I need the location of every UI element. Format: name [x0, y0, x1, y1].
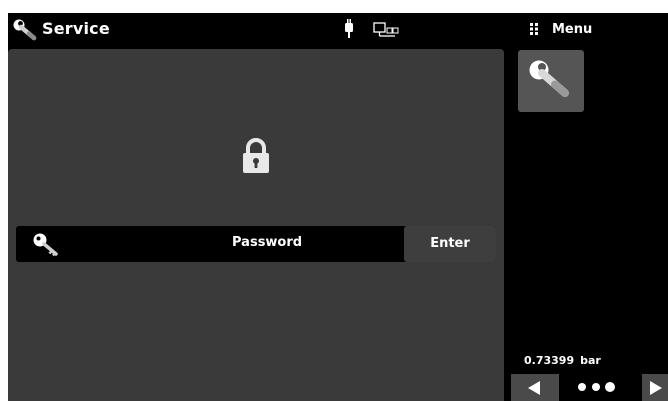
plug-icon	[345, 19, 353, 38]
arrow-right-icon	[650, 381, 662, 395]
wrench-icon	[529, 60, 569, 97]
page-title: Service	[42, 19, 110, 38]
page-dots-icon	[578, 382, 615, 392]
wrench-icon	[13, 19, 37, 41]
pressure-reading: 0.73399 bar	[524, 354, 601, 367]
next-button[interactable]	[642, 374, 668, 401]
key-icon	[33, 233, 58, 257]
previous-button[interactable]	[511, 374, 559, 401]
arrow-left-icon	[528, 381, 540, 395]
reading-value: 0.73399	[524, 354, 575, 367]
menu-button[interactable]: Menu	[552, 22, 592, 37]
password-field[interactable]: Password Enter	[16, 226, 496, 262]
enter-button[interactable]: Enter	[404, 226, 496, 262]
top-bar: Service Menu	[8, 13, 668, 49]
service-panel: Password Enter	[8, 49, 504, 401]
reading-unit: bar	[580, 354, 601, 367]
password-label: Password	[232, 235, 303, 250]
network-icon	[373, 22, 399, 37]
grip-icon[interactable]	[528, 22, 540, 36]
device-screen: Service Menu Password Enter 0.73399 bar	[8, 13, 668, 401]
lock-icon	[243, 138, 269, 173]
service-tile-button[interactable]	[518, 50, 584, 112]
